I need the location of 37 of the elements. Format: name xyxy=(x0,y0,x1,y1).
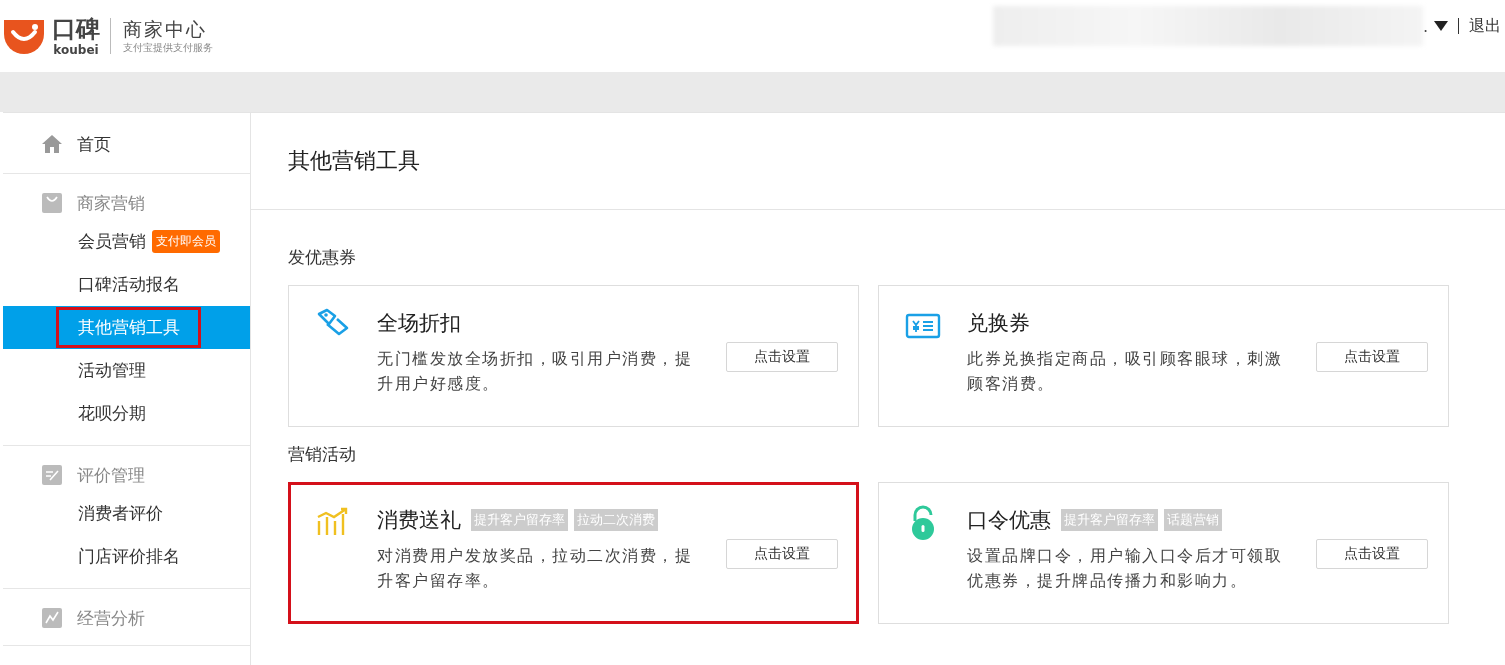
nav-group-label: 经营分析 xyxy=(77,606,145,630)
setup-button[interactable]: 点击设置 xyxy=(726,342,838,372)
section-heading: 发优惠券 xyxy=(288,246,357,269)
card-title: 兑换券 xyxy=(967,310,1030,337)
badge: 支付即会员 xyxy=(152,230,220,253)
nav-item[interactable]: 消费者评价 xyxy=(3,492,250,535)
card-description: 对消费用户发放奖品，拉动二次消费，提升客户留存率。 xyxy=(377,545,693,592)
card-description: 设置品牌口令，用户输入口令后才可领取优惠券，提升牌品传播力和影响力。 xyxy=(967,545,1283,592)
nav-item[interactable]: 花呗分期 xyxy=(3,392,250,435)
site-subtitle: 支付宝提供支付服务 xyxy=(123,42,213,53)
nav-item[interactable]: 会员营销 支付即会员 xyxy=(3,220,250,263)
setup-button[interactable]: 点击设置 xyxy=(1316,342,1428,372)
home-icon xyxy=(41,133,63,155)
setup-button[interactable]: 点击设置 xyxy=(1316,539,1428,569)
logout-link[interactable]: 退出 xyxy=(1469,15,1501,37)
edit-icon xyxy=(41,464,63,486)
nav-item[interactable]: 口碑活动报名 xyxy=(3,263,250,306)
page-title: 其他营销工具 xyxy=(288,147,420,175)
user-name: . xyxy=(1422,16,1428,36)
card-title: 口令优惠 xyxy=(967,507,1051,534)
logo-text: 口碑 xyxy=(52,16,100,41)
site-title: 商家中心 xyxy=(123,19,208,39)
nav-item[interactable]: 活动管理 xyxy=(3,349,250,392)
card-title: 消费送礼 xyxy=(377,507,461,534)
chart-icon xyxy=(41,607,63,629)
section-heading: 营销活动 xyxy=(288,443,357,466)
card-title: 全场折扣 xyxy=(377,310,461,337)
logo-subtext: koubei xyxy=(53,43,99,56)
card-description: 此券兑换指定商品，吸引顾客眼球，刺激顾客消费。 xyxy=(967,348,1283,395)
setup-button[interactable]: 点击设置 xyxy=(726,539,838,569)
nav-group-label: 评价管理 xyxy=(77,463,145,487)
nav-group-label: 商家营销 xyxy=(77,191,145,215)
nav-item[interactable]: 门店评价排名 xyxy=(3,535,250,578)
caret-icon xyxy=(1434,21,1448,31)
nav-link[interactable]: 首页 xyxy=(77,132,111,156)
bag-icon xyxy=(41,192,63,214)
card-description: 无门槛发放全场折扣，吸引用户消费，提升用户好感度。 xyxy=(377,348,693,395)
